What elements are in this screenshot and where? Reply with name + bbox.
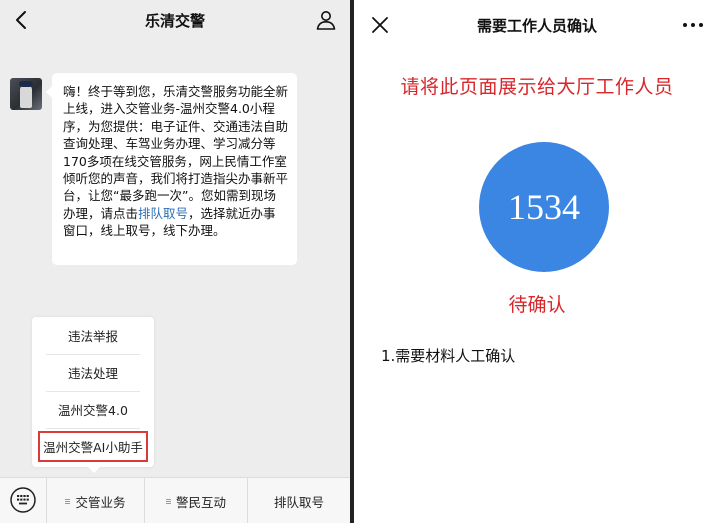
menu-tab-label: 警民互动 bbox=[175, 494, 226, 510]
popup-item-label: 温州交警AI小助手 bbox=[38, 431, 148, 462]
more-icon[interactable] bbox=[682, 18, 704, 32]
avatar-figure bbox=[20, 84, 32, 108]
popup-item-wenzhou[interactable]: 温州交警4.0 bbox=[32, 391, 154, 428]
popup-item-label: 温州交警4.0 bbox=[58, 403, 128, 418]
status-text: 待确认 bbox=[508, 294, 566, 316]
bottom-menu: 交管业务 警民互动 排队取号 bbox=[0, 477, 350, 523]
chat-panel: 乐清交警 嗨！终于等到您，乐清交警服务功能全新上线，进入交管业务-温州交警4.0… bbox=[0, 0, 350, 523]
confirmation-title: 需要工作人员确认 bbox=[476, 16, 597, 35]
menu-dots-icon bbox=[165, 498, 172, 505]
requirement-note: 1.需要材料人工确认 bbox=[381, 347, 516, 365]
chat-title: 乐清交警 bbox=[144, 11, 205, 30]
menu-tab-queue[interactable]: 排队取号 bbox=[248, 478, 350, 523]
popup-item-report[interactable]: 违法举报 bbox=[32, 317, 154, 354]
avatar-cap bbox=[19, 81, 33, 87]
menu-tab-interaction[interactable]: 警民互动 bbox=[145, 478, 247, 523]
menu-popup: 违法举报 违法处理 温州交警4.0 温州交警AI小助手 bbox=[32, 317, 154, 473]
queue-link[interactable]: 排队取号 bbox=[138, 206, 188, 221]
popup-item-label: 违法处理 bbox=[67, 366, 118, 381]
user-icon[interactable] bbox=[314, 8, 338, 32]
back-arrow-icon[interactable] bbox=[10, 8, 34, 32]
keyboard-icon[interactable] bbox=[9, 486, 37, 514]
avatar[interactable] bbox=[10, 78, 42, 110]
menu-tab-label: 交管业务 bbox=[75, 494, 126, 510]
menu-tab-traffic-business[interactable]: 交管业务 bbox=[47, 478, 144, 523]
confirmation-header: 需要工作人员确认 bbox=[354, 0, 720, 50]
menu-tab-label: 排队取号 bbox=[273, 494, 324, 510]
message-bubble: 嗨！终于等到您，乐清交警服务功能全新上线，进入交管业务-温州交警4.0小程序，为… bbox=[46, 73, 297, 265]
popup-item-ai-assistant[interactable]: 温州交警AI小助手 bbox=[32, 428, 154, 465]
queue-number: 1534 bbox=[508, 187, 580, 227]
close-icon[interactable] bbox=[370, 15, 390, 35]
instruction-headline: 请将此页面展示给大厅工作人员 bbox=[400, 76, 674, 98]
queue-number-badge: 1534 bbox=[479, 142, 609, 272]
confirmation-panel: 需要工作人员确认 请将此页面展示给大厅工作人员 1534 待确认 1.需要材料人… bbox=[354, 0, 720, 523]
chat-header: 乐清交警 bbox=[0, 0, 350, 40]
message-text: 嗨！终于等到您，乐清交警服务功能全新上线，进入交管业务-温州交警4.0小程序，为… bbox=[63, 84, 289, 221]
popup-item-handle[interactable]: 违法处理 bbox=[32, 354, 154, 391]
popup-item-label: 违法举报 bbox=[67, 329, 118, 344]
menu-dots-icon bbox=[65, 498, 71, 505]
